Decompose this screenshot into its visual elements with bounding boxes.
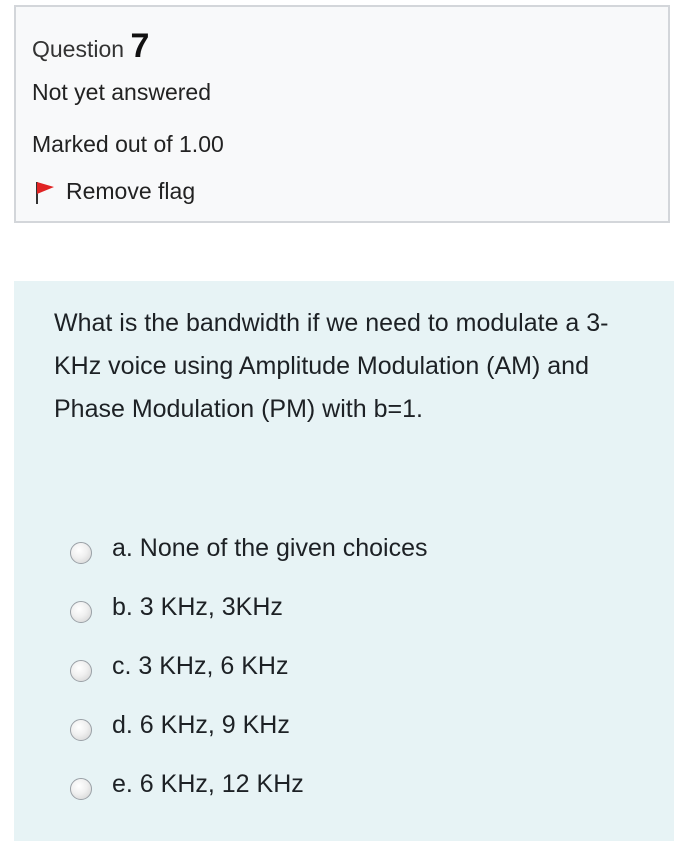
radio-button[interactable] xyxy=(70,718,92,741)
radio-button[interactable] xyxy=(70,541,92,564)
radio-button[interactable] xyxy=(70,777,92,800)
answer-option-a[interactable]: a. None of the given choices xyxy=(70,519,427,578)
remove-flag-label: Remove flag xyxy=(66,178,196,204)
answer-label: a. None of the given choices xyxy=(112,534,428,562)
answer-option-c[interactable]: c. 3 KHz, 6 KHz xyxy=(70,637,427,696)
question-content-panel: What is the bandwidth if we need to modu… xyxy=(14,281,674,841)
question-number: 7 xyxy=(130,27,150,65)
question-info-panel: Question 7 Not yet answered Marked out o… xyxy=(14,5,670,223)
answer-label: e. 6 KHz, 12 KHz xyxy=(112,770,304,798)
answer-option-e[interactable]: e. 6 KHz, 12 KHz xyxy=(70,755,427,814)
remove-flag-button[interactable]: Remove flag xyxy=(34,178,195,205)
answer-label: d. 6 KHz, 9 KHz xyxy=(112,711,290,739)
answer-list: a. None of the given choices b. 3 KHz, 3… xyxy=(70,519,427,814)
radio-button[interactable] xyxy=(70,659,92,682)
flag-icon xyxy=(34,179,56,205)
question-grade: Marked out of 1.00 xyxy=(32,131,224,157)
question-state: Not yet answered xyxy=(32,79,211,105)
question-text: What is the bandwidth if we need to modu… xyxy=(54,309,609,423)
question-label: Question xyxy=(32,36,125,62)
answer-label: c. 3 KHz, 6 KHz xyxy=(112,652,289,680)
answer-option-b[interactable]: b. 3 KHz, 3KHz xyxy=(70,578,427,637)
answer-label: b. 3 KHz, 3KHz xyxy=(112,593,283,621)
radio-button[interactable] xyxy=(70,600,92,623)
question-number-heading: Question 7 xyxy=(32,27,149,66)
answer-option-d[interactable]: d. 6 KHz, 9 KHz xyxy=(70,696,427,755)
